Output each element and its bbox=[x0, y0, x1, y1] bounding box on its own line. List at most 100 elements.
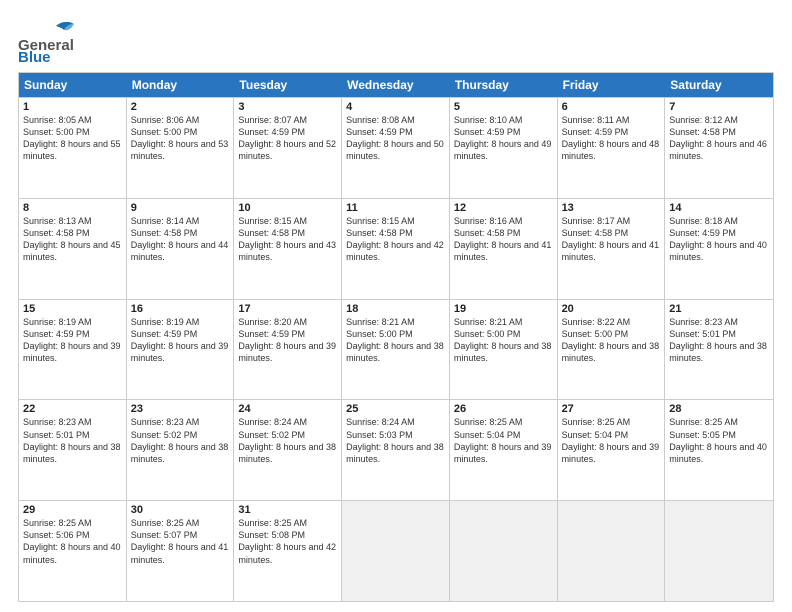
day-info: Sunrise: 8:19 AM Sunset: 4:59 PM Dayligh… bbox=[23, 316, 122, 365]
day-number: 20 bbox=[562, 303, 661, 315]
day-number: 30 bbox=[131, 504, 230, 516]
day-number: 27 bbox=[562, 403, 661, 415]
day-info: Sunrise: 8:24 AM Sunset: 5:02 PM Dayligh… bbox=[238, 416, 337, 465]
day-cell: 4 Sunrise: 8:08 AM Sunset: 4:59 PM Dayli… bbox=[342, 98, 450, 198]
day-cell: 28 Sunrise: 8:25 AM Sunset: 5:05 PM Dayl… bbox=[665, 400, 773, 500]
day-cell: 26 Sunrise: 8:25 AM Sunset: 5:04 PM Dayl… bbox=[450, 400, 558, 500]
day-info: Sunrise: 8:15 AM Sunset: 4:58 PM Dayligh… bbox=[346, 215, 445, 264]
day-number: 25 bbox=[346, 403, 445, 415]
day-info: Sunrise: 8:20 AM Sunset: 4:59 PM Dayligh… bbox=[238, 316, 337, 365]
day-info: Sunrise: 8:15 AM Sunset: 4:58 PM Dayligh… bbox=[238, 215, 337, 264]
day-cell: 31 Sunrise: 8:25 AM Sunset: 5:08 PM Dayl… bbox=[234, 501, 342, 601]
day-info: Sunrise: 8:25 AM Sunset: 5:05 PM Dayligh… bbox=[669, 416, 769, 465]
day-cell: 22 Sunrise: 8:23 AM Sunset: 5:01 PM Dayl… bbox=[19, 400, 127, 500]
day-number: 23 bbox=[131, 403, 230, 415]
day-info: Sunrise: 8:17 AM Sunset: 4:58 PM Dayligh… bbox=[562, 215, 661, 264]
day-number: 26 bbox=[454, 403, 553, 415]
day-cell: 20 Sunrise: 8:22 AM Sunset: 5:00 PM Dayl… bbox=[558, 300, 666, 400]
weekday-header: Monday bbox=[127, 73, 235, 97]
day-info: Sunrise: 8:19 AM Sunset: 4:59 PM Dayligh… bbox=[131, 316, 230, 365]
day-cell: 1 Sunrise: 8:05 AM Sunset: 5:00 PM Dayli… bbox=[19, 98, 127, 198]
weekday-header: Tuesday bbox=[234, 73, 342, 97]
day-info: Sunrise: 8:12 AM Sunset: 4:58 PM Dayligh… bbox=[669, 114, 769, 163]
day-number: 12 bbox=[454, 202, 553, 214]
day-cell: 17 Sunrise: 8:20 AM Sunset: 4:59 PM Dayl… bbox=[234, 300, 342, 400]
day-info: Sunrise: 8:07 AM Sunset: 4:59 PM Dayligh… bbox=[238, 114, 337, 163]
day-info: Sunrise: 8:25 AM Sunset: 5:08 PM Dayligh… bbox=[238, 517, 337, 566]
day-info: Sunrise: 8:22 AM Sunset: 5:00 PM Dayligh… bbox=[562, 316, 661, 365]
day-cell: 19 Sunrise: 8:21 AM Sunset: 5:00 PM Dayl… bbox=[450, 300, 558, 400]
day-number: 10 bbox=[238, 202, 337, 214]
day-info: Sunrise: 8:06 AM Sunset: 5:00 PM Dayligh… bbox=[131, 114, 230, 163]
day-cell: 8 Sunrise: 8:13 AM Sunset: 4:58 PM Dayli… bbox=[19, 199, 127, 299]
day-number: 31 bbox=[238, 504, 337, 516]
day-number: 14 bbox=[669, 202, 769, 214]
day-number: 5 bbox=[454, 101, 553, 113]
day-number: 24 bbox=[238, 403, 337, 415]
day-number: 13 bbox=[562, 202, 661, 214]
day-cell: 10 Sunrise: 8:15 AM Sunset: 4:58 PM Dayl… bbox=[234, 199, 342, 299]
day-number: 11 bbox=[346, 202, 445, 214]
day-info: Sunrise: 8:25 AM Sunset: 5:07 PM Dayligh… bbox=[131, 517, 230, 566]
day-cell: 9 Sunrise: 8:14 AM Sunset: 4:58 PM Dayli… bbox=[127, 199, 235, 299]
day-info: Sunrise: 8:23 AM Sunset: 5:02 PM Dayligh… bbox=[131, 416, 230, 465]
day-cell: 5 Sunrise: 8:10 AM Sunset: 4:59 PM Dayli… bbox=[450, 98, 558, 198]
day-number: 21 bbox=[669, 303, 769, 315]
calendar-row: 22 Sunrise: 8:23 AM Sunset: 5:01 PM Dayl… bbox=[19, 399, 773, 500]
day-cell: 18 Sunrise: 8:21 AM Sunset: 5:00 PM Dayl… bbox=[342, 300, 450, 400]
day-cell: 30 Sunrise: 8:25 AM Sunset: 5:07 PM Dayl… bbox=[127, 501, 235, 601]
day-number: 18 bbox=[346, 303, 445, 315]
logo-icon: General Blue bbox=[18, 18, 78, 62]
weekday-header: Sunday bbox=[19, 73, 127, 97]
svg-text:Blue: Blue bbox=[18, 49, 51, 62]
page: General Blue SundayMondayTuesdayWednesda… bbox=[0, 0, 792, 612]
empty-cell bbox=[342, 501, 450, 601]
calendar: SundayMondayTuesdayWednesdayThursdayFrid… bbox=[18, 72, 774, 602]
day-number: 4 bbox=[346, 101, 445, 113]
day-cell: 24 Sunrise: 8:24 AM Sunset: 5:02 PM Dayl… bbox=[234, 400, 342, 500]
day-info: Sunrise: 8:13 AM Sunset: 4:58 PM Dayligh… bbox=[23, 215, 122, 264]
calendar-row: 29 Sunrise: 8:25 AM Sunset: 5:06 PM Dayl… bbox=[19, 500, 773, 601]
day-cell: 14 Sunrise: 8:18 AM Sunset: 4:59 PM Dayl… bbox=[665, 199, 773, 299]
day-info: Sunrise: 8:16 AM Sunset: 4:58 PM Dayligh… bbox=[454, 215, 553, 264]
header: General Blue bbox=[18, 18, 774, 62]
day-number: 1 bbox=[23, 101, 122, 113]
day-info: Sunrise: 8:14 AM Sunset: 4:58 PM Dayligh… bbox=[131, 215, 230, 264]
day-number: 2 bbox=[131, 101, 230, 113]
day-cell: 27 Sunrise: 8:25 AM Sunset: 5:04 PM Dayl… bbox=[558, 400, 666, 500]
calendar-row: 8 Sunrise: 8:13 AM Sunset: 4:58 PM Dayli… bbox=[19, 198, 773, 299]
day-info: Sunrise: 8:11 AM Sunset: 4:59 PM Dayligh… bbox=[562, 114, 661, 163]
day-cell: 16 Sunrise: 8:19 AM Sunset: 4:59 PM Dayl… bbox=[127, 300, 235, 400]
day-cell: 3 Sunrise: 8:07 AM Sunset: 4:59 PM Dayli… bbox=[234, 98, 342, 198]
day-number: 8 bbox=[23, 202, 122, 214]
calendar-body: 1 Sunrise: 8:05 AM Sunset: 5:00 PM Dayli… bbox=[19, 97, 773, 601]
day-info: Sunrise: 8:23 AM Sunset: 5:01 PM Dayligh… bbox=[669, 316, 769, 365]
weekday-header: Thursday bbox=[450, 73, 558, 97]
day-number: 19 bbox=[454, 303, 553, 315]
day-number: 28 bbox=[669, 403, 769, 415]
day-cell: 12 Sunrise: 8:16 AM Sunset: 4:58 PM Dayl… bbox=[450, 199, 558, 299]
day-info: Sunrise: 8:24 AM Sunset: 5:03 PM Dayligh… bbox=[346, 416, 445, 465]
day-number: 22 bbox=[23, 403, 122, 415]
day-cell: 2 Sunrise: 8:06 AM Sunset: 5:00 PM Dayli… bbox=[127, 98, 235, 198]
day-info: Sunrise: 8:25 AM Sunset: 5:04 PM Dayligh… bbox=[562, 416, 661, 465]
day-info: Sunrise: 8:10 AM Sunset: 4:59 PM Dayligh… bbox=[454, 114, 553, 163]
day-cell: 6 Sunrise: 8:11 AM Sunset: 4:59 PM Dayli… bbox=[558, 98, 666, 198]
day-number: 29 bbox=[23, 504, 122, 516]
empty-cell bbox=[665, 501, 773, 601]
day-cell: 15 Sunrise: 8:19 AM Sunset: 4:59 PM Dayl… bbox=[19, 300, 127, 400]
weekday-header: Wednesday bbox=[342, 73, 450, 97]
day-info: Sunrise: 8:08 AM Sunset: 4:59 PM Dayligh… bbox=[346, 114, 445, 163]
day-number: 17 bbox=[238, 303, 337, 315]
day-info: Sunrise: 8:05 AM Sunset: 5:00 PM Dayligh… bbox=[23, 114, 122, 163]
logo: General Blue bbox=[18, 18, 78, 62]
day-number: 16 bbox=[131, 303, 230, 315]
calendar-row: 1 Sunrise: 8:05 AM Sunset: 5:00 PM Dayli… bbox=[19, 97, 773, 198]
day-number: 3 bbox=[238, 101, 337, 113]
day-info: Sunrise: 8:18 AM Sunset: 4:59 PM Dayligh… bbox=[669, 215, 769, 264]
empty-cell bbox=[450, 501, 558, 601]
day-info: Sunrise: 8:25 AM Sunset: 5:06 PM Dayligh… bbox=[23, 517, 122, 566]
calendar-header: SundayMondayTuesdayWednesdayThursdayFrid… bbox=[19, 73, 773, 97]
day-number: 9 bbox=[131, 202, 230, 214]
day-cell: 25 Sunrise: 8:24 AM Sunset: 5:03 PM Dayl… bbox=[342, 400, 450, 500]
